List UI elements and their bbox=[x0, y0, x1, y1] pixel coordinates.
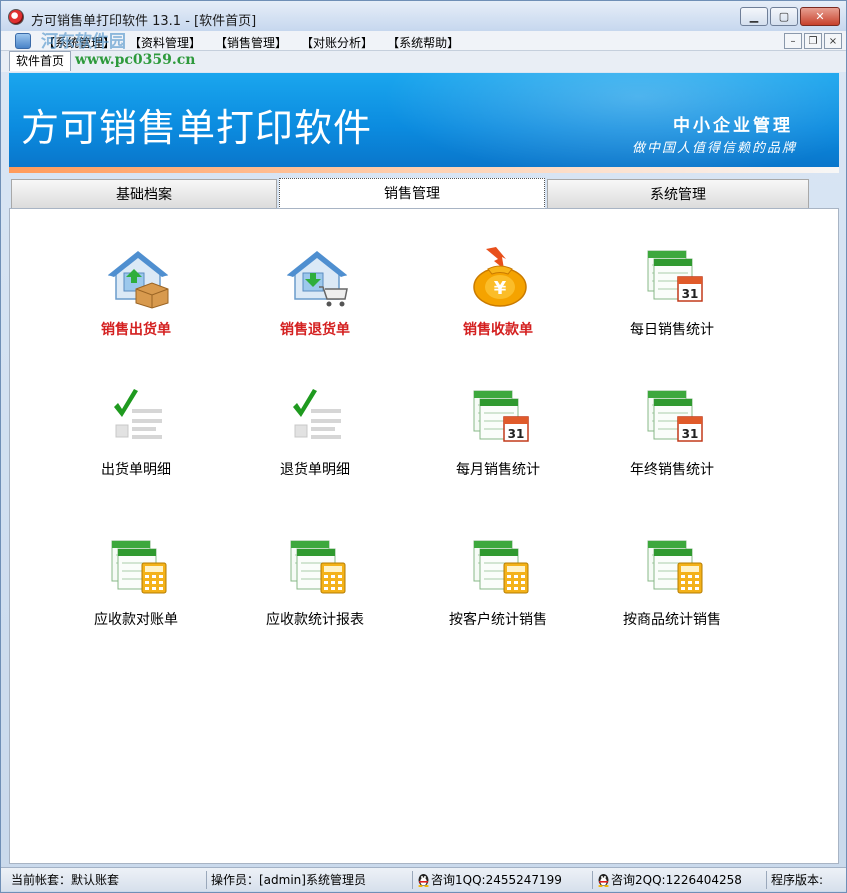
function-label: 销售退货单 bbox=[280, 322, 350, 338]
restore-icon: ❐ bbox=[808, 35, 818, 47]
mdi-restore-button[interactable]: ❐ bbox=[804, 33, 822, 49]
watermark-text: 河东软件园 bbox=[41, 32, 126, 52]
function-item[interactable]: 31 每日销售统计 bbox=[582, 245, 762, 355]
calculator-report-icon bbox=[285, 535, 349, 599]
watermark-url: www.pc0359.cn bbox=[75, 52, 196, 68]
minimize-icon: ▁ bbox=[749, 10, 759, 23]
calculator-report-icon bbox=[468, 535, 532, 599]
minimize-icon: – bbox=[790, 35, 796, 47]
status-operator: 操作员：[admin]系统管理员 bbox=[207, 871, 413, 889]
function-label: 出货单明细 bbox=[101, 462, 171, 478]
tab-0[interactable]: 基础档案 bbox=[11, 179, 277, 209]
product-banner: 方可销售单打印软件 中小企业管理 做中国人值得信赖的品牌 bbox=[9, 73, 839, 173]
status-bar: 当前帐套：默认账套 操作员：[admin]系统管理员 咨询1QQ:2455247… bbox=[1, 867, 846, 891]
mdi-close-button[interactable]: × bbox=[824, 33, 842, 49]
banner-stripe bbox=[9, 167, 839, 173]
calendar-report-icon: 31 bbox=[642, 385, 706, 449]
function-label: 年终销售统计 bbox=[630, 462, 714, 478]
window-controls: ▁ ▢ ✕ bbox=[740, 7, 840, 26]
function-item[interactable]: 应收款统计报表 bbox=[225, 535, 405, 645]
svg-text:31: 31 bbox=[682, 427, 699, 441]
mdi-child-icon[interactable] bbox=[15, 33, 31, 49]
calendar-report-icon: 31 bbox=[642, 245, 706, 309]
function-item[interactable]: 31 每月销售统计 bbox=[408, 385, 588, 495]
close-button[interactable]: ✕ bbox=[800, 7, 840, 26]
doc-tab-home[interactable]: 软件首页 bbox=[9, 51, 71, 71]
house-cart-icon bbox=[285, 245, 349, 309]
calendar-report-icon: 31 bbox=[468, 385, 532, 449]
main-tabs: 基础档案 销售管理 系统管理 bbox=[9, 178, 839, 210]
title-bar[interactable]: 方可销售单打印软件 13.1 - [软件首页] ▁ ▢ ✕ bbox=[1, 1, 846, 31]
function-label: 应收款对账单 bbox=[94, 612, 178, 628]
status-account: 当前帐套：默认账套 bbox=[7, 871, 207, 889]
function-item[interactable]: 按商品统计销售 bbox=[582, 535, 762, 645]
function-item[interactable]: 出货单明细 bbox=[46, 385, 226, 495]
function-item[interactable]: 退货单明细 bbox=[225, 385, 405, 495]
qq2-text: 咨询2QQ:1226404258 bbox=[611, 873, 742, 887]
function-item[interactable]: 销售退货单 bbox=[225, 245, 405, 355]
function-label: 销售收款单 bbox=[463, 322, 533, 338]
calculator-report-icon bbox=[106, 535, 170, 599]
qq1-text: 咨询1QQ:2455247199 bbox=[431, 873, 562, 887]
status-version: 程序版本: bbox=[771, 873, 824, 887]
tab-2[interactable]: 系统管理 bbox=[547, 179, 809, 209]
calculator-report-icon bbox=[642, 535, 706, 599]
function-label: 按商品统计销售 bbox=[623, 612, 721, 628]
svg-text:31: 31 bbox=[508, 427, 525, 441]
function-panel: 销售出货单 销售退货单 ¥ 销售收款单 31 每日销售统计出货单明细 退货单明细 31 每月销售… bbox=[9, 208, 839, 864]
menu-item[interactable]: 【系统帮助】 bbox=[385, 34, 471, 51]
svg-text:31: 31 bbox=[682, 287, 699, 301]
banner-tagline: 做中国人值得信赖的品牌 bbox=[631, 141, 797, 156]
menu-item[interactable]: 【资料管理】 bbox=[127, 34, 213, 51]
function-label: 按客户统计销售 bbox=[449, 612, 547, 628]
banner-title: 方可销售单打印软件 bbox=[21, 106, 373, 150]
house-box-icon bbox=[106, 245, 170, 309]
function-label: 销售出货单 bbox=[101, 322, 171, 338]
qq-penguin-icon bbox=[598, 874, 609, 887]
function-label: 每月销售统计 bbox=[456, 462, 540, 478]
status-qq1[interactable]: 咨询1QQ:2455247199 bbox=[413, 871, 593, 889]
function-item[interactable]: 应收款对账单 bbox=[46, 535, 226, 645]
minimize-button[interactable]: ▁ bbox=[740, 7, 768, 26]
banner-slogan: 中小企业管理 bbox=[673, 116, 793, 136]
close-icon: × bbox=[828, 35, 838, 47]
function-item[interactable]: 31 年终销售统计 bbox=[582, 385, 762, 495]
menu-item[interactable]: 【对账分析】 bbox=[299, 34, 385, 51]
checklist-icon bbox=[285, 385, 349, 449]
document-tab-strip: 软件首页 www.pc0359.cn bbox=[1, 51, 846, 72]
checklist-icon bbox=[106, 385, 170, 449]
app-logo-icon bbox=[8, 9, 24, 25]
close-icon: ✕ bbox=[815, 10, 825, 23]
function-label: 退货单明细 bbox=[280, 462, 350, 478]
maximize-button[interactable]: ▢ bbox=[770, 7, 798, 26]
function-item[interactable]: ¥ 销售收款单 bbox=[408, 245, 588, 355]
function-item[interactable]: 销售出货单 bbox=[46, 245, 226, 355]
app-window: 方可销售单打印软件 13.1 - [软件首页] ▁ ▢ ✕ 【系统管理】 【资料管… bbox=[0, 0, 847, 893]
maximize-icon: ▢ bbox=[778, 10, 790, 23]
money-bag-icon: ¥ bbox=[468, 245, 532, 309]
mdi-controls: – ❐ × bbox=[784, 33, 842, 49]
tab-1[interactable]: 销售管理 bbox=[279, 178, 545, 209]
menu-bar: 【系统管理】 【资料管理】 【销售管理】 【对账分析】 【系统帮助】 – ❐ × bbox=[1, 31, 846, 51]
menu-item[interactable]: 【销售管理】 bbox=[213, 34, 299, 51]
status-qq2[interactable]: 咨询2QQ:1226404258 bbox=[593, 871, 767, 889]
mdi-minimize-button[interactable]: – bbox=[784, 33, 802, 49]
function-item[interactable]: 按客户统计销售 bbox=[408, 535, 588, 645]
svg-text:¥: ¥ bbox=[494, 278, 507, 299]
function-label: 应收款统计报表 bbox=[266, 612, 364, 628]
function-label: 每日销售统计 bbox=[630, 322, 714, 338]
qq-penguin-icon bbox=[418, 874, 429, 887]
